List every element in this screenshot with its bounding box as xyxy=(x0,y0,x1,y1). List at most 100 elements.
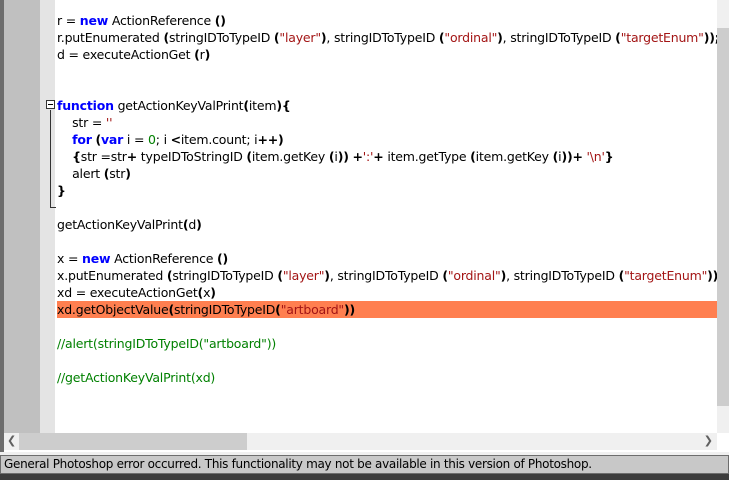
code-text: str = '' xyxy=(57,115,112,130)
code-line[interactable]: 9 str = '' xyxy=(57,114,717,131)
script-editor[interactable]: 23r = new ActionReference ()4r.putEnumer… xyxy=(0,0,729,452)
code-token: , stringIDToTypeID xyxy=(506,268,619,283)
code-line[interactable]: 23 xyxy=(57,352,717,369)
code-text: //alert(stringIDToTypeID("artboard")) xyxy=(57,336,276,351)
code-line[interactable]: 7 xyxy=(57,80,717,97)
code-line[interactable]: 4r.putEnumerated (stringIDToTypeID ("lay… xyxy=(57,29,717,46)
punctuation-token: + xyxy=(373,149,384,164)
scroll-left-icon[interactable]: ❮ xyxy=(7,434,16,447)
scroll-right-icon[interactable]: ❯ xyxy=(704,434,713,447)
code-token: i = xyxy=(123,132,149,147)
punctuation-token: } xyxy=(57,183,66,198)
code-token: r = xyxy=(57,13,80,28)
punctuation-token: )) xyxy=(337,149,349,164)
keyword-token: new xyxy=(82,251,111,266)
code-token: , stringIDToTypeID xyxy=(502,30,616,45)
code-line[interactable]: 16 xyxy=(57,233,717,250)
code-token: , stringIDToTypeID xyxy=(326,30,439,45)
code-token: d = executeActionGet xyxy=(57,47,195,62)
code-text: } xyxy=(57,183,66,198)
code-token: d xyxy=(188,217,197,232)
comment-token: //alert(stringIDToTypeID("artboard")) xyxy=(57,336,277,351)
string-token: "layer" xyxy=(282,268,325,283)
line-number-gutter xyxy=(4,0,40,433)
keyword-token: new xyxy=(79,13,109,28)
code-line[interactable]: 21 xyxy=(57,318,717,335)
horizontal-scroll-thumb[interactable] xyxy=(19,433,247,450)
code-line[interactable]: 11 {str =str+ typeIDToStringID (item.get… xyxy=(57,148,717,165)
code-token: xd.getObjectValue xyxy=(57,302,169,317)
code-token: getActionKeyValPrint xyxy=(57,217,183,232)
code-line[interactable]: 24//getActionKeyValPrint(xd) xyxy=(57,369,717,386)
code-line[interactable]: 2 xyxy=(57,0,717,12)
punctuation-token: { xyxy=(72,149,81,164)
code-line[interactable]: 12 alert (str) xyxy=(57,165,717,182)
code-line[interactable]: 8function getActionKeyValPrint(item){ xyxy=(57,97,717,114)
code-token: str = xyxy=(57,115,106,130)
code-line-highlighted[interactable]: 20xd.getObjectValue(stringIDToTypeID("ar… xyxy=(57,301,717,318)
code-line[interactable]: 19xd = executeActionGet(x) xyxy=(57,284,717,301)
punctuation-token: ) xyxy=(204,47,211,62)
code-token: getActionKeyValPrint xyxy=(113,98,244,113)
punctuation-token: + xyxy=(126,149,138,164)
code-line[interactable]: 5d = executeActionGet (r) xyxy=(57,46,717,63)
code-token: str =str xyxy=(80,149,127,164)
string-token: '\n' xyxy=(586,149,605,164)
punctuation-token: ) xyxy=(125,166,131,181)
code-token: x = xyxy=(57,251,83,266)
string-token: "targetEnum" xyxy=(624,268,708,283)
code-token: ActionReference xyxy=(108,13,215,28)
string-token: "layer" xyxy=(279,30,321,45)
string-token: ':' xyxy=(362,149,374,164)
code-token: item.getKey xyxy=(475,149,553,164)
code-line[interactable]: 25 xyxy=(57,386,717,403)
code-text: for (var i = 0; i <item.count; i++) xyxy=(57,132,284,147)
code-text: alert (str) xyxy=(57,166,131,181)
code-text: xd.getObjectValue(stringIDToTypeID("artb… xyxy=(57,302,355,317)
code-line[interactable]: 14 xyxy=(57,199,717,216)
punctuation-token: + xyxy=(352,149,363,164)
bottom-edge xyxy=(0,474,729,480)
code-line[interactable]: 15getActionKeyValPrint(d) xyxy=(57,216,717,233)
code-line[interactable]: 26 xyxy=(57,403,717,420)
code-text: d = executeActionGet (r) xyxy=(57,47,210,62)
code-line[interactable]: 17x = new ActionReference () xyxy=(57,250,717,267)
code-token: alert xyxy=(57,166,104,181)
code-token: item xyxy=(248,98,277,113)
code-token: stringIDToTypeID xyxy=(168,30,274,45)
code-area[interactable]: 23r = new ActionReference ()4r.putEnumer… xyxy=(57,0,717,433)
code-text: //getActionKeyValPrint(xd) xyxy=(57,370,215,385)
code-token: stringIDToTypeID xyxy=(173,302,276,317)
code-token: item.getType xyxy=(383,149,471,164)
code-line[interactable]: 22//alert(stringIDToTypeID("artboard")) xyxy=(57,335,717,352)
punctuation-token: )) xyxy=(343,302,356,317)
status-bar: General Photoshop error occurred. This f… xyxy=(0,455,729,474)
code-line[interactable]: 13} xyxy=(57,182,717,199)
punctuation-token: () xyxy=(217,251,229,266)
vertical-scrollbar[interactable] xyxy=(717,0,729,433)
fold-collapse-icon[interactable] xyxy=(46,100,55,109)
code-line[interactable]: 18x.putEnumerated (stringIDToTypeID ("la… xyxy=(57,267,717,284)
fold-end xyxy=(50,207,56,208)
punctuation-token: )); xyxy=(707,268,717,283)
code-token: r.putEnumerated xyxy=(57,30,164,45)
code-token: xd = executeActionGet xyxy=(57,285,198,300)
code-text: xd = executeActionGet(x) xyxy=(57,285,216,300)
code-token: ActionReference xyxy=(110,251,217,266)
vertical-scroll-thumb[interactable] xyxy=(717,28,729,406)
code-line[interactable]: 3r = new ActionReference () xyxy=(57,12,717,29)
string-token: "targetEnum" xyxy=(620,30,704,45)
punctuation-token: )); xyxy=(703,30,717,45)
punctuation-token: } xyxy=(604,149,614,164)
code-line[interactable]: 6 xyxy=(57,63,717,80)
string-token: '' xyxy=(105,115,113,130)
horizontal-scrollbar[interactable]: ❮ ❯ xyxy=(4,433,717,450)
keyword-token: for xyxy=(72,132,92,147)
keyword-token: var xyxy=(100,132,124,147)
string-token: "artboard" xyxy=(280,302,344,317)
code-token: item.count; i xyxy=(180,132,258,147)
code-text: x = new ActionReference () xyxy=(57,251,228,266)
code-token: str xyxy=(109,166,126,181)
code-line[interactable]: 10 for (var i = 0; i <item.count; i++) xyxy=(57,131,717,148)
